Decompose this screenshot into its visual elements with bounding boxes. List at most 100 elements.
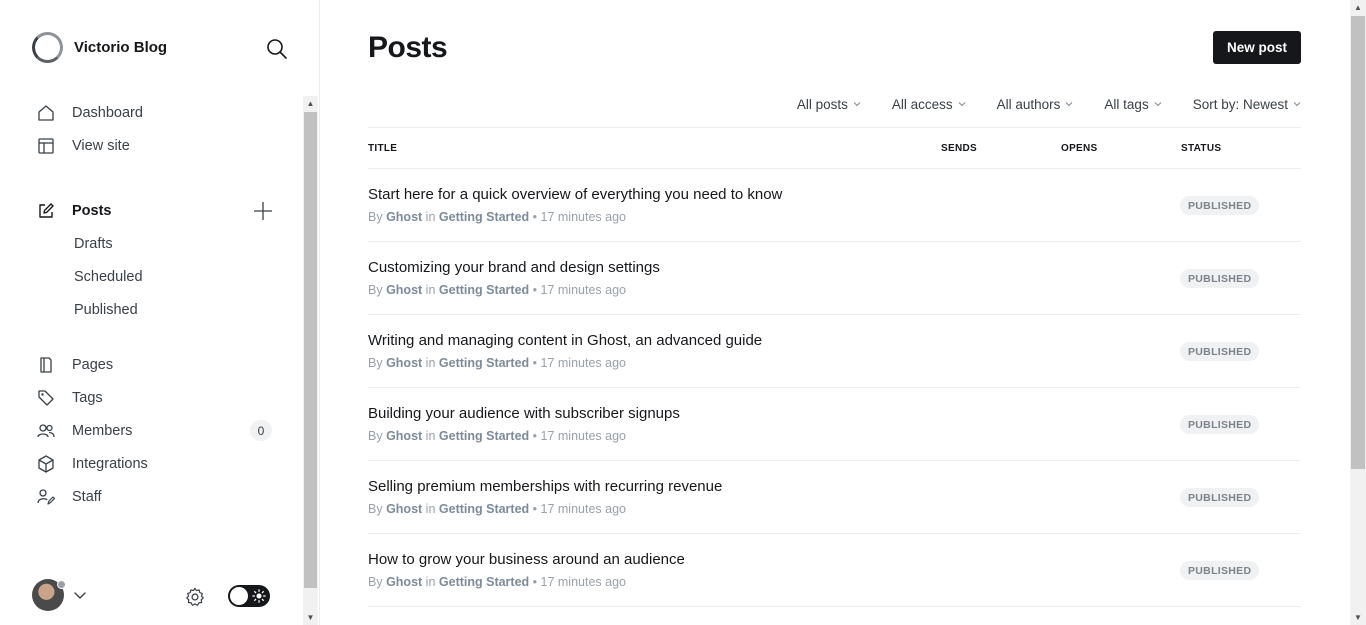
nav-posts: Posts Drafts Scheduled Published	[36, 194, 276, 326]
nav-primary: Dashboard View site	[36, 96, 276, 162]
status-badge: PUBLISHED	[1180, 561, 1260, 580]
staff-icon	[36, 487, 56, 507]
sidebar: Victorio Blog Dashboard View site Posts …	[0, 0, 320, 625]
post-author: Ghost	[386, 429, 423, 443]
filter-all-authors[interactable]: All authors	[997, 97, 1074, 112]
posts-table: TITLE SENDS OPENS STATUS Start here for …	[368, 127, 1301, 607]
filter-bar: All posts All access All authors All tag…	[766, 94, 1301, 114]
table-row[interactable]: Writing and managing content in Ghost, a…	[368, 315, 1301, 388]
post-tag: Getting Started	[438, 210, 530, 224]
status-badge: PUBLISHED	[1180, 488, 1260, 507]
status-badge: PUBLISHED	[1180, 415, 1260, 434]
sun-icon	[252, 589, 266, 603]
post-title: Customizing your brand and design settin…	[368, 259, 660, 276]
status-badge: PUBLISHED	[1180, 269, 1260, 288]
home-icon	[36, 103, 56, 123]
post-author: Ghost	[386, 283, 423, 297]
nav-subitem-published[interactable]: Published	[36, 293, 276, 326]
page-scrollbar-thumb[interactable]	[1351, 16, 1365, 469]
post-time: • 17 minutes ago	[532, 502, 626, 516]
post-tag: Getting Started	[438, 356, 530, 370]
edit-icon	[36, 201, 56, 221]
nav-item-label: Staff	[72, 488, 102, 505]
brand[interactable]: Victorio Blog	[32, 32, 167, 63]
post-time: • 17 minutes ago	[532, 283, 626, 297]
nav-item-label: Dashboard	[72, 104, 143, 121]
post-author: Ghost	[386, 356, 423, 370]
new-post-button[interactable]: New post	[1213, 31, 1301, 64]
nav-item-label: Integrations	[72, 455, 148, 472]
filter-all-access[interactable]: All access	[892, 97, 966, 112]
sidebar-footer	[32, 579, 282, 615]
chevron-down-icon	[1293, 102, 1301, 107]
column-header-status: STATUS	[1181, 143, 1222, 154]
search-icon[interactable]	[265, 37, 289, 61]
nav-item-staff[interactable]: Staff	[36, 480, 276, 513]
brand-name: Victorio Blog	[74, 39, 168, 56]
page-scrollbar[interactable]: ▲ ▼	[1350, 0, 1366, 625]
nav-item-posts[interactable]: Posts	[36, 194, 276, 227]
table-row[interactable]: Start here for a quick overview of every…	[368, 169, 1301, 242]
post-author: Ghost	[386, 502, 423, 516]
nav-item-label: Posts	[72, 202, 112, 219]
post-author: Ghost	[386, 210, 423, 224]
column-header-title: TITLE	[368, 143, 398, 154]
sidebar-scrollbar-thumb[interactable]	[304, 112, 317, 588]
nav-item-label: Members	[72, 422, 133, 439]
scroll-up-icon[interactable]: ▲	[303, 96, 318, 111]
post-title: Start here for a quick overview of every…	[368, 186, 783, 203]
filter-label: All authors	[996, 96, 1061, 112]
post-time: • 17 minutes ago	[532, 429, 626, 443]
chevron-down-icon[interactable]	[72, 587, 88, 603]
chevron-down-icon	[1154, 102, 1162, 107]
table-row[interactable]: How to grow your business around an audi…	[368, 534, 1301, 607]
filter-all-posts[interactable]: All posts	[797, 97, 861, 112]
page-title: Posts	[368, 31, 448, 64]
nav-item-label: Pages	[72, 356, 114, 373]
filter-label: All posts	[796, 96, 848, 112]
theme-toggle[interactable]	[228, 585, 270, 607]
chevron-down-icon	[853, 102, 861, 107]
nav-item-dashboard[interactable]: Dashboard	[36, 96, 276, 129]
post-meta: By Ghost in Getting Started • 17 minutes…	[368, 283, 626, 297]
avatar-status-dot	[57, 580, 66, 589]
scroll-up-icon[interactable]: ▲	[1350, 0, 1366, 15]
status-badge: PUBLISHED	[1180, 196, 1260, 215]
post-title: How to grow your business around an audi…	[368, 551, 685, 568]
layout-icon	[36, 136, 56, 156]
post-meta: By Ghost in Getting Started • 17 minutes…	[368, 356, 626, 370]
members-icon	[36, 421, 56, 441]
nav-subitem-scheduled[interactable]: Scheduled	[36, 260, 276, 293]
gear-icon[interactable]	[184, 586, 206, 608]
nav-item-pages[interactable]: Pages	[36, 348, 276, 381]
nav-subitem-drafts[interactable]: Drafts	[36, 227, 276, 260]
nav-item-members[interactable]: Members 0	[36, 414, 276, 447]
table-row[interactable]: Building your audience with subscriber s…	[368, 388, 1301, 461]
avatar[interactable]	[32, 579, 66, 611]
nav-item-integrations[interactable]: Integrations	[36, 447, 276, 480]
post-time: • 17 minutes ago	[532, 210, 626, 224]
post-tag: Getting Started	[438, 575, 530, 589]
scroll-down-icon[interactable]: ▼	[303, 610, 318, 625]
scroll-down-icon[interactable]: ▼	[1350, 610, 1366, 625]
filter-sort[interactable]: Sort by: Newest	[1193, 97, 1301, 112]
filter-label: Sort by: Newest	[1192, 96, 1288, 112]
sidebar-scrollbar[interactable]: ▲ ▼	[303, 96, 318, 625]
filter-label: All access	[891, 96, 953, 112]
post-time: • 17 minutes ago	[532, 356, 626, 370]
cube-icon	[36, 454, 56, 474]
nav-item-tags[interactable]: Tags	[36, 381, 276, 414]
post-meta: By Ghost in Getting Started • 17 minutes…	[368, 210, 626, 224]
post-tag: Getting Started	[438, 502, 530, 516]
filter-all-tags[interactable]: All tags	[1104, 96, 1162, 112]
nav-item-view-site[interactable]: View site	[36, 129, 276, 162]
table-row[interactable]: Customizing your brand and design settin…	[368, 242, 1301, 315]
toggle-knob	[230, 587, 248, 605]
add-post-icon[interactable]	[252, 200, 274, 222]
status-badge: PUBLISHED	[1180, 342, 1260, 361]
table-row[interactable]: Selling premium memberships with recurri…	[368, 461, 1301, 534]
chevron-down-icon	[1066, 102, 1073, 107]
post-title: Building your audience with subscriber s…	[368, 405, 680, 422]
post-tag: Getting Started	[438, 283, 530, 297]
filter-label: All tags	[1104, 96, 1149, 112]
